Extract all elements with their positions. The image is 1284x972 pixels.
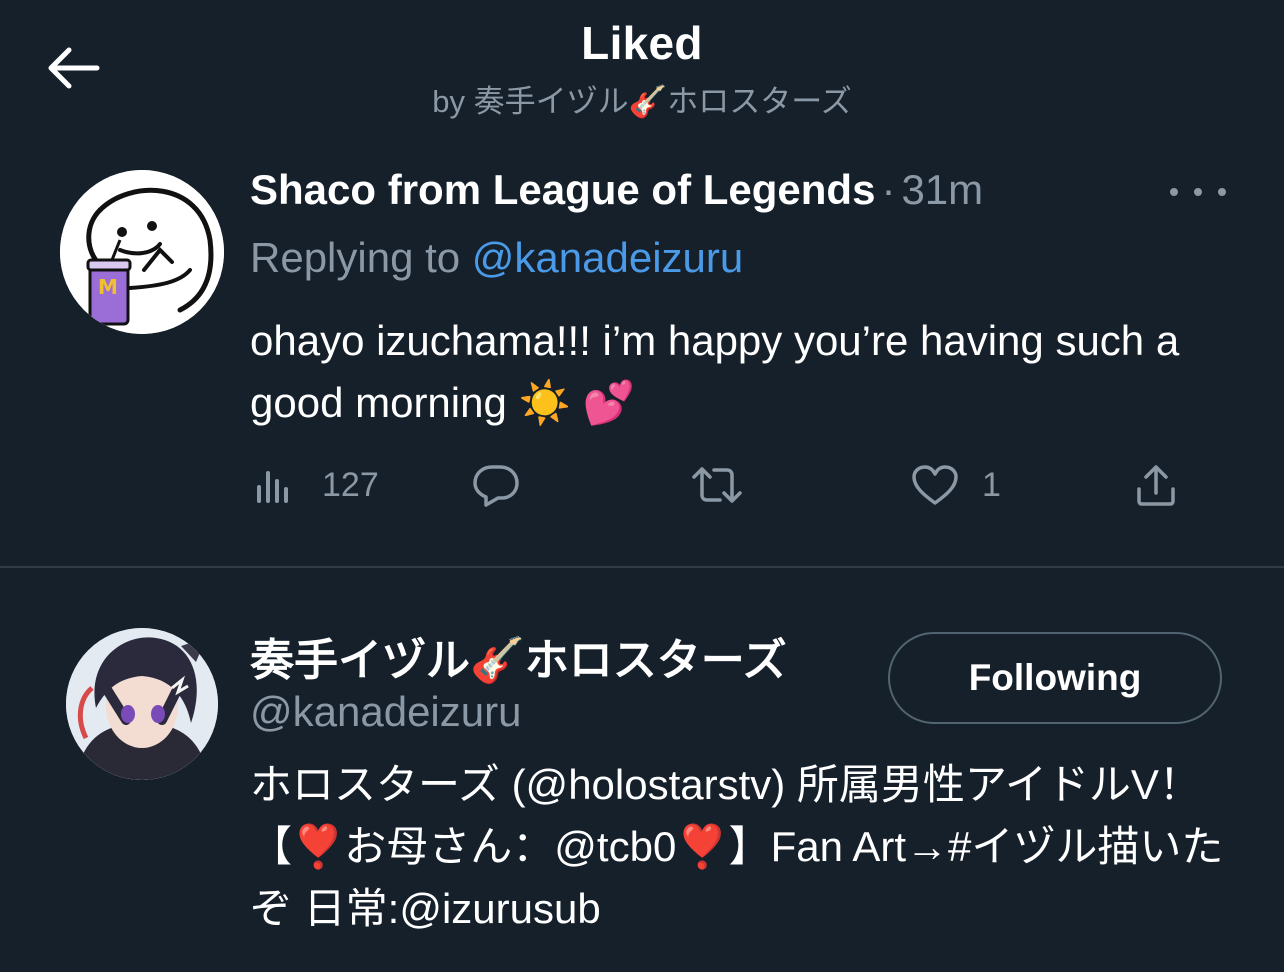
reply-button[interactable]: [472, 455, 520, 515]
tweet-time[interactable]: 31m: [901, 166, 983, 213]
share-button[interactable]: [1134, 455, 1178, 515]
retweet-button[interactable]: [690, 455, 744, 515]
page-subtitle: by 奏手イヅル🎸ホロスターズ: [432, 84, 852, 119]
likes-count: 1: [982, 465, 1001, 504]
share-icon: [1134, 463, 1178, 507]
following-button[interactable]: Following: [888, 632, 1222, 724]
views-icon: [254, 465, 294, 505]
like-button[interactable]: 1: [910, 455, 1001, 515]
replying-to: Replying to @kanadeizuru: [250, 234, 743, 282]
user-bio: ホロスターズ (@holostarstv) 所属男性アイドルV！【❣️お母さん：…: [250, 761, 1224, 932]
more-icon[interactable]: [1170, 176, 1226, 208]
replying-to-handle[interactable]: @kanadeizuru: [472, 234, 743, 281]
top-bar: Liked by 奏手イヅル🎸ホロスターズ: [0, 0, 1284, 140]
tweet[interactable]: M Shaco from League of Legends · 31m Reply…: [0, 150, 1284, 566]
separator-dot: ·: [881, 166, 896, 213]
user-handle[interactable]: @kanadeizuru: [250, 688, 521, 736]
replying-to-label: Replying to: [250, 234, 472, 281]
page-title: Liked: [581, 17, 703, 69]
retweet-icon: [690, 465, 744, 505]
svg-text:M: M: [98, 275, 118, 299]
user-cell[interactable]: 奏手イヅル🎸ホロスターズ @kanadeizuru Following ホロスタ…: [0, 568, 1284, 972]
tweet-header: Shaco from League of Legends · 31m: [250, 166, 983, 214]
tweet-actions: 127 1: [250, 455, 1230, 515]
author-name[interactable]: Shaco from League of Legends: [250, 166, 875, 213]
views-button[interactable]: 127: [254, 455, 379, 515]
display-name[interactable]: 奏手イヅル🎸ホロスターズ: [250, 624, 787, 688]
views-count: 127: [322, 465, 379, 504]
avatar[interactable]: [66, 628, 218, 780]
avatar[interactable]: M: [60, 170, 224, 334]
like-icon: [910, 463, 960, 507]
reply-icon: [472, 463, 520, 507]
tweet-text: ohayo izuchama!!! i’m happy you’re havin…: [250, 317, 1180, 426]
